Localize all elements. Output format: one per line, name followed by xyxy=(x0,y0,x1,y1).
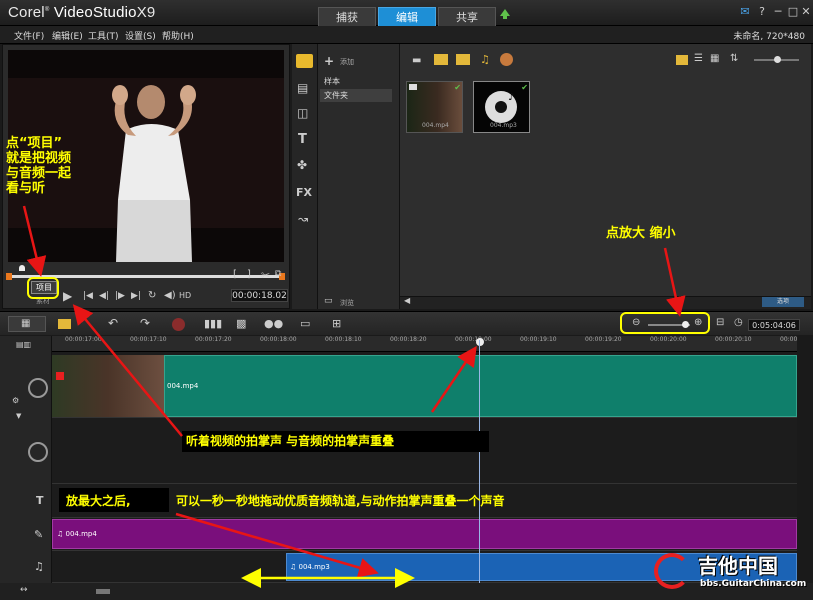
arrow-to-playhead xyxy=(430,345,477,413)
arrow-to-project xyxy=(22,205,47,277)
guitarchina-logo-icon xyxy=(654,553,690,589)
watermark-title: 吉他中国 xyxy=(698,554,778,578)
watermark-url: bbs.GuitarChina.com xyxy=(700,579,807,589)
annotation-arrows xyxy=(22,205,686,588)
arrow-to-preview xyxy=(72,304,183,437)
arrow-to-music xyxy=(175,512,379,578)
arrow-to-zoom xyxy=(663,247,686,317)
